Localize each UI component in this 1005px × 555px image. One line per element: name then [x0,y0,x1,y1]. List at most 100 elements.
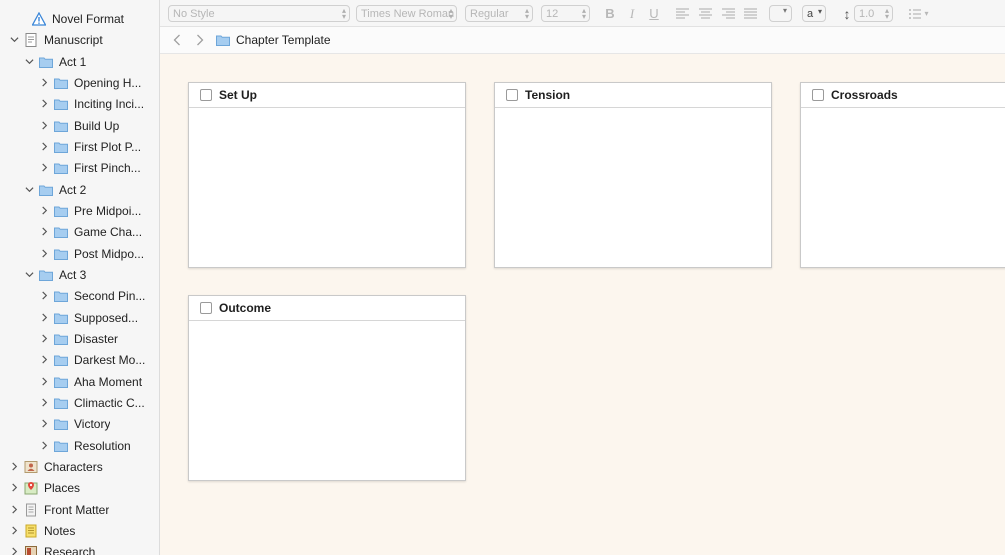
card-checkbox[interactable] [200,89,212,101]
binder-item-game-changer[interactable]: Game Cha... [0,221,159,242]
italic-button[interactable]: I [625,5,639,22]
chevron-right-icon[interactable] [8,546,20,555]
style-select[interactable]: No Style ▴ ▾ [168,5,350,22]
chevron-right-icon[interactable] [38,290,50,302]
folder-icon [54,375,68,389]
chevron-right-icon[interactable] [38,333,50,345]
chevron-right-icon[interactable] [38,98,50,110]
chevron-right-icon[interactable] [38,77,50,89]
forward-button[interactable] [193,33,207,47]
chevron-right-icon[interactable] [38,418,50,430]
binder-item-second-pinch[interactable]: Second Pin... [0,285,159,306]
card-title[interactable]: Outcome [219,301,271,315]
chevron-right-icon[interactable] [8,525,20,537]
binder-item-darkest-moment[interactable]: Darkest Mo... [0,349,159,370]
binder-item-disaster[interactable]: Disaster [0,328,159,349]
binder-item-places[interactable]: Places [0,477,159,498]
binder-item-aha-moment[interactable]: Aha Moment [0,371,159,392]
binder-item-first-pinch[interactable]: First Pinch... [0,157,159,178]
binder-item-opening[interactable]: Opening H... [0,72,159,93]
binder-item-inciting[interactable]: Inciting Inci... [0,93,159,114]
list-select[interactable]: ▾ [905,5,933,22]
align-right-icon[interactable] [720,5,736,22]
chevron-down-icon[interactable] [23,269,35,281]
chevron-down-icon: ▾ [817,7,822,16]
font-select[interactable]: Times New Roman ▴ ▾ [356,5,457,22]
bold-button[interactable]: B [603,5,617,22]
back-button[interactable] [170,33,184,47]
binder-item-build-up[interactable]: Build Up [0,115,159,136]
line-spacing-select[interactable]: 1.0 ▴ ▾ [854,5,893,22]
binder-item-pre-midpoint[interactable]: Pre Midpoi... [0,200,159,221]
index-card-outcome[interactable]: Outcome [188,295,466,481]
chevron-right-icon[interactable] [38,120,50,132]
manuscript-icon [24,32,38,47]
binder-item-climactic[interactable]: Climactic C... [0,392,159,413]
binder-item-label: Resolution [74,438,131,453]
binder-item-victory[interactable]: Victory [0,413,159,434]
card-header: Set Up [189,83,465,108]
chevron-right-icon[interactable] [38,162,50,174]
align-justify-icon[interactable] [742,5,758,22]
align-left-icon[interactable] [674,5,690,22]
index-card-tension[interactable]: Tension [494,82,772,268]
chevron-right-icon[interactable] [8,482,20,494]
chevron-right-icon[interactable] [38,354,50,366]
chevron-right-icon[interactable] [38,376,50,388]
binder-item-post-midpoint[interactable]: Post Midpo... [0,243,159,264]
binder-item-novel-format[interactable]: Novel Format [0,8,159,29]
binder-item-manuscript[interactable]: Manuscript [0,29,159,50]
chevron-right-icon[interactable] [38,226,50,238]
chevron-right-icon[interactable] [38,440,50,452]
document-title[interactable]: Chapter Template [236,33,331,47]
research-icon [24,545,38,555]
font-weight-select[interactable]: Regular ▴ ▾ [465,5,533,22]
text-color-select[interactable]: ▾ [769,5,792,22]
card-checkbox[interactable] [200,302,212,314]
index-card-set-up[interactable]: Set Up [188,82,466,268]
binder-item-resolution[interactable]: Resolution [0,435,159,456]
index-card-crossroads[interactable]: Crossroads [800,82,1005,268]
chevron-down-icon[interactable] [23,184,35,196]
chevron-right-icon[interactable] [38,312,50,324]
chevron-down-icon[interactable] [23,56,35,68]
chevron-right-icon[interactable] [38,141,50,153]
chevron-right-icon[interactable] [38,397,50,409]
card-title[interactable]: Set Up [219,88,257,102]
chevron-right-icon[interactable] [8,461,20,473]
chevron-right-icon[interactable] [38,248,50,260]
binder-item-characters[interactable]: Characters [0,456,159,477]
binder-item-label: Disaster [74,331,119,346]
format-toolbar: No Style ▴ ▾ Times New Roman ▴ ▾ Regular ▴… [160,0,1005,27]
underline-button[interactable]: U [647,5,661,22]
folder-icon [216,33,230,47]
chevron-right-icon[interactable] [8,504,20,516]
binder-item-first-plot-point[interactable]: First Plot P... [0,136,159,157]
binder-item-act-1[interactable]: Act 1 [0,51,159,72]
folder-icon [54,311,68,325]
chevron-right-icon[interactable] [38,205,50,217]
card-checkbox[interactable] [506,89,518,101]
font-select-value: Times New Roman [361,7,455,20]
binder-item-act-3[interactable]: Act 3 [0,264,159,285]
card-checkbox[interactable] [812,89,824,101]
chevron-down-icon: ▾ [924,9,929,18]
binder-item-act-2[interactable]: Act 2 [0,179,159,200]
binder-item-notes[interactable]: Notes [0,520,159,541]
card-title[interactable]: Tension [525,88,570,102]
binder-item-front-matter[interactable]: Front Matter [0,499,159,520]
folder-icon [54,353,68,367]
folder-icon [54,140,68,154]
binder-item-label: Victory [74,416,111,431]
binder-item-research[interactable]: Research [0,541,159,555]
card-title[interactable]: Crossroads [831,88,898,102]
align-center-icon[interactable] [697,5,713,22]
binder-item-label: Novel Format [52,11,125,26]
folder-icon [54,417,68,431]
binder-item-supposed[interactable]: Supposed... [0,307,159,328]
font-size-select[interactable]: 12 ▴ ▾ [541,5,590,22]
highlight-select[interactable]: a ▾ [802,5,826,22]
binder-item-label: Climactic C... [74,395,145,410]
chevron-down-icon[interactable] [8,34,20,46]
binder-item-label: Act 1 [59,54,87,69]
